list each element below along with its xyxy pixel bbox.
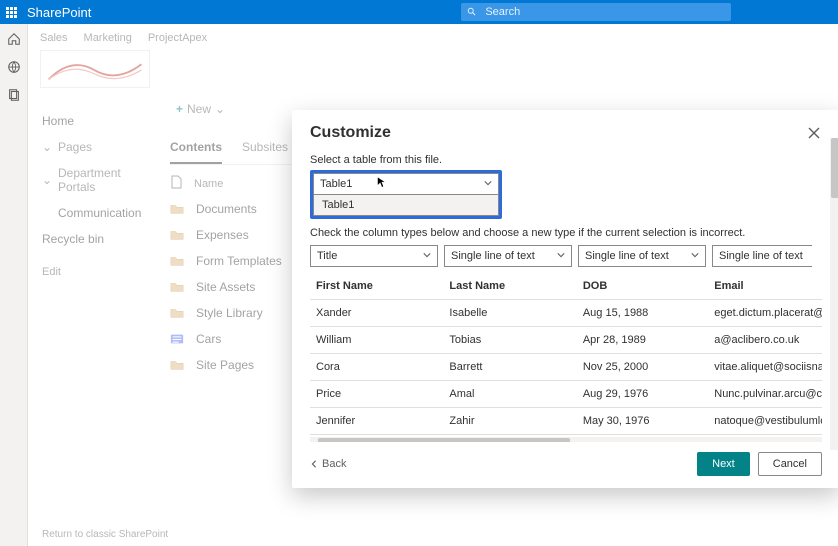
brand-label: SharePoint <box>27 5 91 20</box>
table-picker-value: Table1 <box>320 178 352 190</box>
table-cell: Zahir <box>443 408 576 435</box>
table-cell: William <box>310 327 443 354</box>
table-cell: Jennifer <box>310 408 443 435</box>
table-cell: Amal <box>443 381 576 408</box>
next-button[interactable]: Next <box>697 452 750 476</box>
coltype-label: Single line of text <box>451 250 535 262</box>
table-cell: a@aclibero.co.uk <box>708 327 822 354</box>
coltype-label: Single line of text <box>719 250 803 262</box>
chevron-down-icon <box>557 250 565 262</box>
table-cell: Apr 28, 1989 <box>577 327 708 354</box>
table-row: CoraBarrettNov 25, 2000vitae.aliquet@soc… <box>310 354 822 381</box>
table-picker[interactable]: Table1 <box>313 173 499 195</box>
column-type-picker-1[interactable]: Single line of text <box>444 245 572 267</box>
table-cell: vitae.aliquet@sociisnat <box>708 354 822 381</box>
customize-dialog: Customize Select a table from this file.… <box>292 110 838 488</box>
dialog-scrollbar[interactable] <box>830 138 838 450</box>
table-row: XanderIsabelleAug 15, 1988eget.dictum.pl… <box>310 300 822 327</box>
table-cell: Isabelle <box>443 300 576 327</box>
table-cell: Price <box>310 381 443 408</box>
app-launcher-icon[interactable] <box>6 7 17 18</box>
table-row: PriceAmalAug 29, 1976Nunc.pulvinar.arcu@… <box>310 381 822 408</box>
col-header-dob: DOB <box>577 273 708 300</box>
col-header-email: Email <box>708 273 822 300</box>
table-select-label: Select a table from this file. <box>310 154 822 166</box>
table-row: WilliamTobiasApr 28, 1989a@aclibero.co.u… <box>310 327 822 354</box>
dialog-title: Customize <box>310 124 391 142</box>
column-type-row: Title Single line of text Single line of… <box>310 245 822 267</box>
table-cell: Tobias <box>443 327 576 354</box>
home-icon[interactable] <box>7 32 21 46</box>
table-cell: Nunc.pulvinar.arcu@co <box>708 381 822 408</box>
coltype-label: Single line of text <box>585 250 669 262</box>
column-type-picker-0[interactable]: Title <box>310 245 438 267</box>
close-button[interactable] <box>806 125 822 141</box>
table-picker-highlight: Table1 Table1 <box>310 170 502 219</box>
preview-grid: First Name Last Name DOB Email XanderIsa… <box>310 273 822 442</box>
table-cell: Barrett <box>443 354 576 381</box>
column-check-label: Check the column types below and choose … <box>310 227 822 239</box>
column-type-picker-3[interactable]: Single line of text <box>712 245 812 267</box>
chevron-down-icon <box>423 250 431 262</box>
chevron-left-icon <box>310 460 318 468</box>
table-cell: Nov 25, 2000 <box>577 354 708 381</box>
cursor-icon <box>374 176 388 193</box>
search-box[interactable] <box>461 3 731 21</box>
app-rail <box>0 24 28 546</box>
table-option[interactable]: Table1 <box>313 195 499 216</box>
table-cell: Aug 15, 1988 <box>577 300 708 327</box>
table-cell: natoque@vestibulumlc <box>708 408 822 435</box>
horizontal-scrollbar[interactable] <box>310 437 822 442</box>
modal-overlay: Customize Select a table from this file.… <box>28 24 838 546</box>
search-icon <box>467 7 477 17</box>
back-button[interactable]: Back <box>310 458 346 470</box>
chevron-down-icon <box>691 250 699 262</box>
back-label: Back <box>322 458 346 470</box>
table-cell: Xander <box>310 300 443 327</box>
search-input[interactable] <box>483 5 725 19</box>
table-cell: Aug 29, 1976 <box>577 381 708 408</box>
suite-bar: SharePoint <box>0 0 838 24</box>
cancel-button[interactable]: Cancel <box>758 452 822 476</box>
table-cell: May 30, 1976 <box>577 408 708 435</box>
globe-icon[interactable] <box>7 60 21 74</box>
table-cell: Cora <box>310 354 443 381</box>
table-cell: eget.dictum.placerat@c <box>708 300 822 327</box>
close-icon <box>808 127 820 139</box>
chevron-down-icon <box>484 178 492 190</box>
files-icon[interactable] <box>7 88 21 102</box>
col-header-firstname: First Name <box>310 273 443 300</box>
col-header-lastname: Last Name <box>443 273 576 300</box>
coltype-label: Title <box>317 250 337 262</box>
column-type-picker-2[interactable]: Single line of text <box>578 245 706 267</box>
table-row: JenniferZahirMay 30, 1976natoque@vestibu… <box>310 408 822 435</box>
